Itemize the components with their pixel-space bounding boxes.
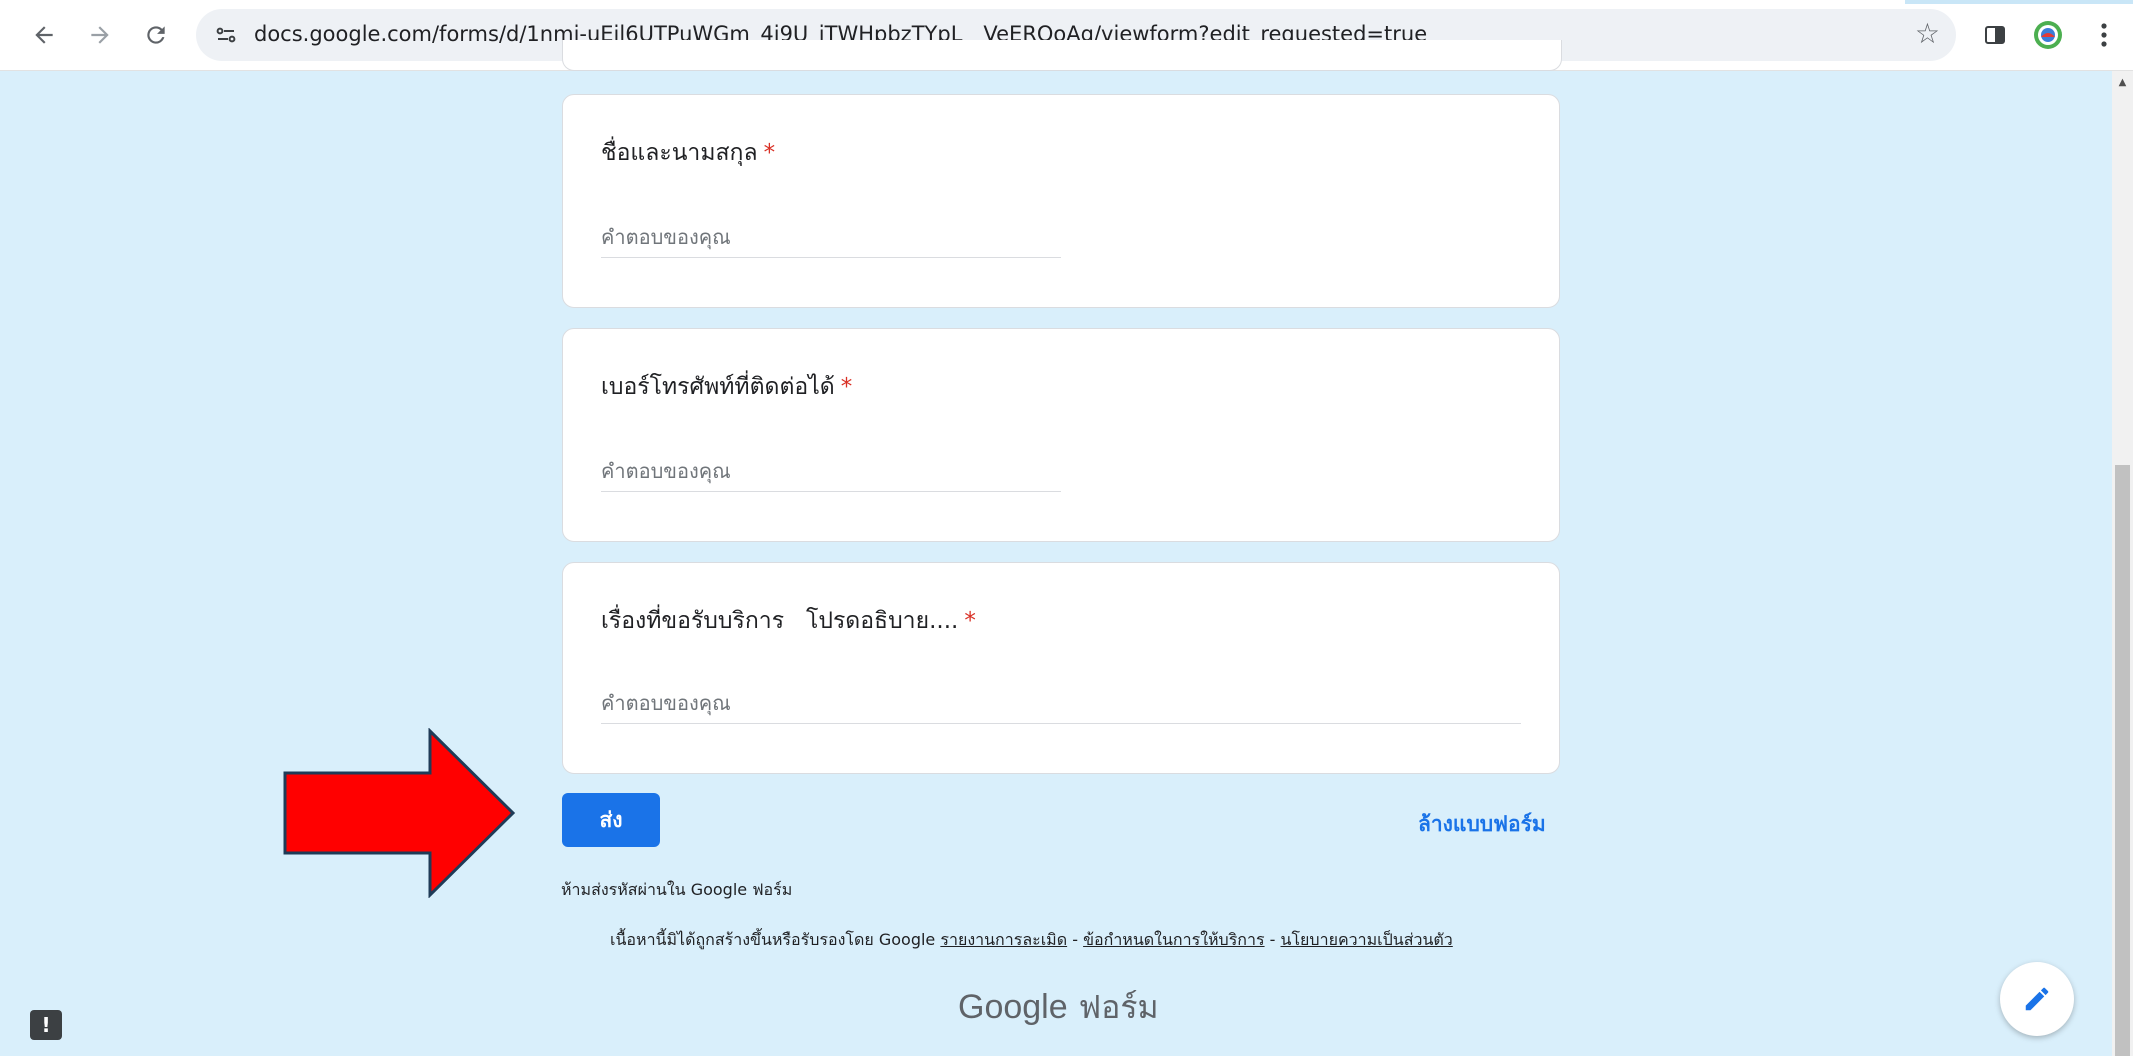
red-arrow-annotation [283,728,516,898]
forward-icon[interactable] [82,17,118,53]
pencil-icon [2025,987,2049,1011]
question-card-phone: เบอร์โทรศัพท์ที่ติดต่อได้ * [562,328,1560,542]
terms-link[interactable]: ข้อกำหนดในการให้บริการ [1083,930,1264,949]
report-abuse-link[interactable]: รายงานการละเมิด [940,930,1067,949]
question-card-name: ชื่อและนามสกุล * [562,94,1560,308]
previous-card-edge [562,40,1562,71]
submit-button[interactable]: ส่ง [562,793,660,847]
footer-disclaimer: เนื้อหานี้มิได้ถูกสร้างขึ้นหรือรับรองโดย… [610,930,1453,949]
service-answer-input[interactable] [601,683,1521,724]
google-forms-logo[interactable]: Google ฟอร์ม [958,982,1159,1033]
question-card-service: เรื่องที่ขอรับบริการ โปรดอธิบาย.... * [562,562,1560,774]
site-info-icon[interactable] [210,19,242,51]
feedback-icon[interactable]: ! [30,1010,62,1040]
question-title: เบอร์โทรศัพท์ที่ติดต่อได้ * [601,374,853,400]
page-scrollbar-thumb[interactable] [2115,465,2130,1056]
required-asterisk: * [840,374,853,400]
password-warning: ห้ามส่งรหัสผ่านใน Google ฟอร์ม [561,880,793,899]
back-icon[interactable] [26,17,62,53]
required-asterisk: * [763,140,776,166]
required-asterisk: * [964,608,976,634]
reload-icon[interactable] [138,17,174,53]
profile-avatar-icon[interactable] [2030,17,2066,53]
name-answer-input[interactable] [601,217,1061,258]
edit-pencil-button[interactable] [2000,962,2074,1036]
kebab-menu-icon[interactable] [2086,17,2122,53]
side-panel-icon[interactable] [1977,17,2013,53]
star-icon[interactable]: ☆ [1915,17,1940,50]
question-title: เรื่องที่ขอรับบริการ โปรดอธิบาย.... * [601,608,976,634]
clear-form-link[interactable]: ล้างแบบฟอร์ม [1418,808,1546,841]
scroll-up-icon[interactable]: ▲ [2115,74,2130,90]
tab-strip-edge [1905,0,2133,4]
phone-answer-input[interactable] [601,451,1061,492]
question-title: ชื่อและนามสกุล * [601,140,776,166]
privacy-link[interactable]: นโยบายความเป็นส่วนตัว [1281,930,1453,949]
